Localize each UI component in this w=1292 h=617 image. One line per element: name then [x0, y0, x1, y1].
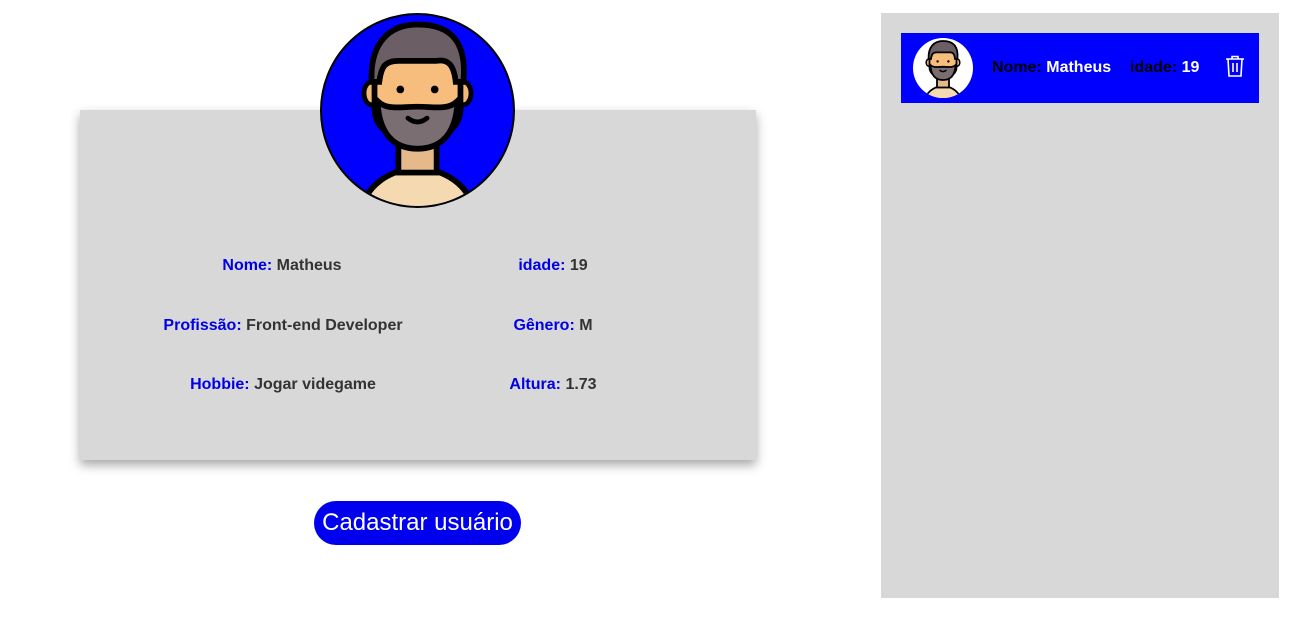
list-item[interactable]: Nome: Matheus idade: 19	[901, 33, 1259, 103]
height-label: Altura:	[509, 376, 561, 393]
trash-icon[interactable]	[1225, 55, 1245, 77]
list-name-label: Nome:	[992, 59, 1042, 76]
age-label: idade:	[518, 257, 566, 274]
name-value: Matheus	[276, 257, 342, 274]
list-age-value: 19	[1181, 59, 1200, 76]
list-name-value: Matheus	[1046, 59, 1112, 76]
hobby-label: Hobbie:	[190, 376, 250, 393]
profile-gender: Gênero: M	[513, 317, 592, 335]
age-value: 19	[569, 257, 588, 274]
gender-value: M	[579, 317, 593, 334]
height-value: 1.73	[565, 376, 597, 393]
hobby-value: Jogar videgame	[254, 376, 376, 393]
list-item-age: idade: 19	[1130, 59, 1199, 77]
profile-height: Altura: 1.73	[509, 376, 596, 394]
profile-hobby: Hobbie: Jogar videgame	[190, 376, 376, 394]
list-item-name: Nome: Matheus	[992, 59, 1111, 77]
register-user-button[interactable]: Cadastrar usuário	[314, 501, 521, 545]
name-label: Nome:	[222, 257, 273, 274]
profession-value: Front-end Developer	[246, 317, 403, 334]
profile-name: Nome: Matheus	[222, 257, 341, 275]
profession-label: Profissão:	[163, 317, 242, 334]
bearded-man-avatar-icon	[913, 38, 973, 98]
profile-profession: Profissão: Front-end Developer	[163, 317, 402, 335]
gender-label: Gênero:	[513, 317, 575, 334]
bearded-man-avatar-icon	[320, 13, 515, 208]
user-list-panel: Nome: Matheus idade: 19	[881, 13, 1279, 598]
profile-age: idade: 19	[518, 257, 587, 275]
app-page: Nome: Matheus idade: 19 Profissão: Front…	[0, 0, 1292, 617]
list-age-label: idade:	[1130, 59, 1178, 76]
